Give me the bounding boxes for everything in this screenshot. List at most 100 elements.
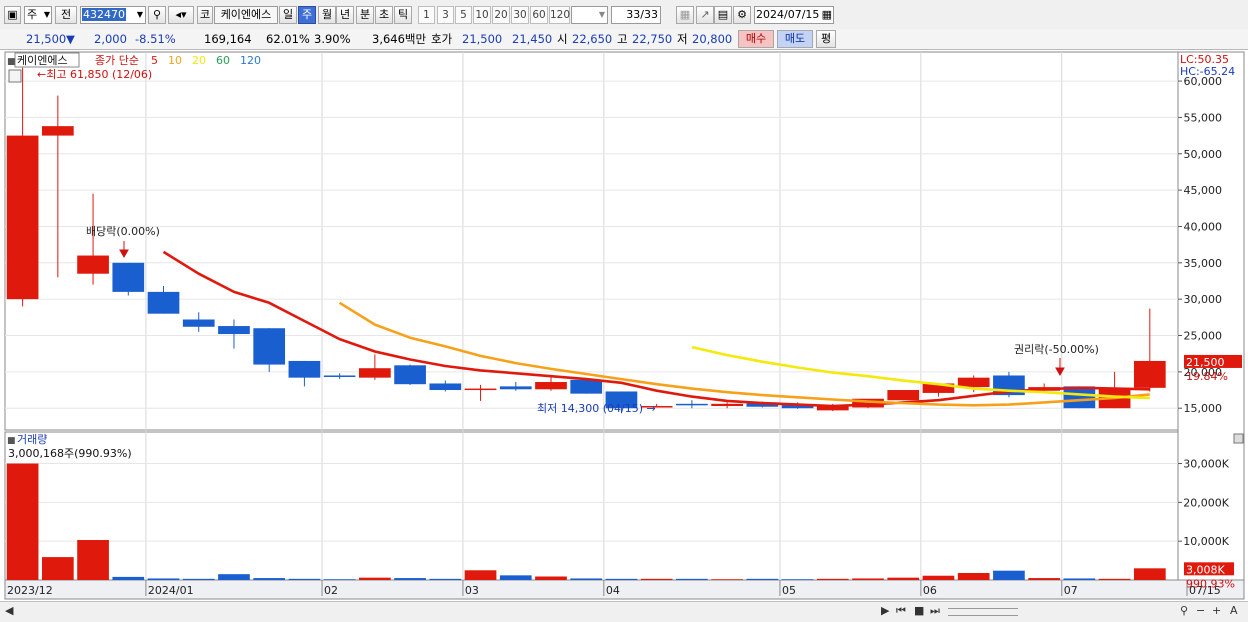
save-button[interactable]: ▤: [714, 6, 732, 24]
volume-ratio: 62.01%: [266, 32, 310, 46]
panel-handle-icon: ■: [7, 57, 16, 67]
volume-title: 거래량: [17, 433, 47, 446]
x-tick-label: 07: [1064, 584, 1078, 597]
period-select[interactable]: 주 ▼: [24, 6, 52, 24]
speaker-button[interactable]: ◂▾: [168, 6, 194, 24]
toolbar: ▣ 주 ▼ 전 432470 ▼ ⚲ ◂▾ 코 케이엔에스 일주월년분초틱 1351…: [0, 0, 1248, 30]
candle-body: [1063, 386, 1096, 409]
change-percent: -8.51%: [135, 32, 176, 46]
candle-body: [6, 135, 39, 300]
settings-button[interactable]: ⚙: [733, 6, 751, 24]
volume-bar: [676, 578, 708, 580]
y-tick-label: 25,000: [1184, 330, 1223, 343]
tab-period-6[interactable]: 틱: [394, 6, 412, 24]
volume-bar: [957, 573, 990, 580]
candle-body: [288, 360, 321, 378]
code-value: 432470: [82, 8, 126, 21]
volume-tick-label: 30,000K: [1183, 458, 1229, 471]
interval-button-30[interactable]: 30: [511, 6, 529, 24]
candle-body: [253, 328, 286, 365]
candle-body: [676, 403, 708, 406]
chevron-down-icon: ▼: [136, 10, 143, 19]
y-tick-label: 45,000: [1184, 184, 1223, 197]
save-icon: ▤: [717, 8, 729, 21]
interval-button-120[interactable]: 120: [549, 6, 570, 24]
zoom-out-icon[interactable]: −: [1196, 603, 1205, 619]
bid-label: 호가: [431, 32, 453, 46]
y-tick-label: 15,000: [1184, 402, 1223, 415]
volume-bar: [218, 574, 250, 580]
volume-bar: [253, 578, 286, 580]
buy-button[interactable]: 매수: [738, 30, 774, 48]
tab-period-5[interactable]: 초: [375, 6, 393, 24]
count-field[interactable]: 33/33: [611, 6, 661, 24]
first-page-icon[interactable]: ⏮: [896, 603, 906, 619]
indicator-icon: ▦: [679, 8, 691, 21]
draw-tool-button[interactable]: ↗: [696, 6, 714, 24]
legend-item-0: 종가 단순: [95, 54, 139, 67]
legend-item-2: 10: [168, 54, 182, 67]
scroll-right-icon[interactable]: ▶: [881, 603, 889, 619]
tab-period-3[interactable]: 년: [336, 6, 354, 24]
volume-bar: [77, 540, 109, 580]
candle-body: [323, 375, 356, 377]
stock-name[interactable]: 케이엔에스: [214, 6, 278, 24]
zoom-slider[interactable]: [948, 608, 1018, 616]
volume-bar: [711, 579, 743, 580]
candle-body: [957, 377, 990, 388]
y-tick-label: 40,000: [1184, 220, 1223, 233]
volume-bar: [288, 578, 321, 580]
bid-price: 21,450: [512, 32, 553, 46]
last-page-icon[interactable]: ⏭: [930, 603, 940, 619]
scroll-left-icon[interactable]: ◀: [5, 603, 13, 619]
interval-button-1[interactable]: 1: [418, 6, 435, 24]
change-value: 2,000: [94, 32, 127, 46]
tab-period-1[interactable]: 주: [298, 6, 316, 24]
volume-bar: [41, 557, 74, 580]
candle-body: [429, 383, 462, 391]
interval-button-3[interactable]: 3: [437, 6, 454, 24]
font-size-icon[interactable]: A: [1230, 603, 1238, 619]
speaker-icon: ◂▾: [175, 8, 187, 21]
indicator-button[interactable]: ▦: [676, 6, 694, 24]
x-tick-label: 04: [606, 584, 620, 597]
legend-stock-name: 케이엔에스: [17, 54, 68, 67]
x-tick-label: 2024/01: [148, 584, 194, 597]
interval-button-10[interactable]: 10: [473, 6, 491, 24]
trade-amount: 3,646백만: [372, 32, 427, 46]
candle-body: [711, 403, 743, 407]
tab-period-2[interactable]: 월: [318, 6, 336, 24]
candle-body: [499, 386, 532, 390]
volume-bar: [1098, 578, 1131, 580]
interval-button-5[interactable]: 5: [455, 6, 472, 24]
stop-icon[interactable]: ■: [914, 603, 924, 619]
chart-area[interactable]: 15,000 20,000 25,000 30,000 35,000 40,000 45,0…: [0, 50, 1248, 601]
interval-button-60[interactable]: 60: [530, 6, 548, 24]
interval-button-20[interactable]: 20: [492, 6, 510, 24]
y-tick-label: 35,000: [1184, 257, 1223, 270]
prev-button[interactable]: 전: [55, 6, 77, 24]
search-button[interactable]: ⚲: [148, 6, 166, 24]
date-input[interactable]: 2024/07/15 ▦: [754, 6, 834, 24]
price-chart[interactable]: 15,00020,00025,00030,00035,00040,00045,0…: [0, 50, 1248, 601]
eval-button[interactable]: 평: [816, 30, 836, 48]
market-button[interactable]: 코: [197, 6, 213, 24]
period-select-value: 주: [27, 8, 38, 21]
volume-bar: [993, 570, 1025, 580]
candle-body: [464, 388, 497, 391]
chart-menu-button[interactable]: ▣: [4, 6, 21, 24]
legend-item-5: 120: [240, 54, 261, 67]
interval-input[interactable]: ▼: [571, 6, 608, 24]
volume-bar: [6, 463, 39, 580]
volume-bar: [922, 575, 955, 580]
volume-bar: [781, 579, 814, 580]
search-icon[interactable]: ⚲: [1180, 603, 1188, 619]
tab-period-0[interactable]: 일: [279, 6, 297, 24]
low-label: 저: [677, 32, 688, 46]
volume-bar: [887, 577, 920, 580]
zoom-in-icon[interactable]: +: [1212, 603, 1221, 619]
sell-button[interactable]: 매도: [777, 30, 813, 48]
code-input[interactable]: 432470 ▼: [80, 6, 146, 24]
scrollbar[interactable]: ◀ ▶ ⏮ ■ ⏭ − + A ⚲: [0, 601, 1248, 622]
tab-period-4[interactable]: 분: [356, 6, 374, 24]
